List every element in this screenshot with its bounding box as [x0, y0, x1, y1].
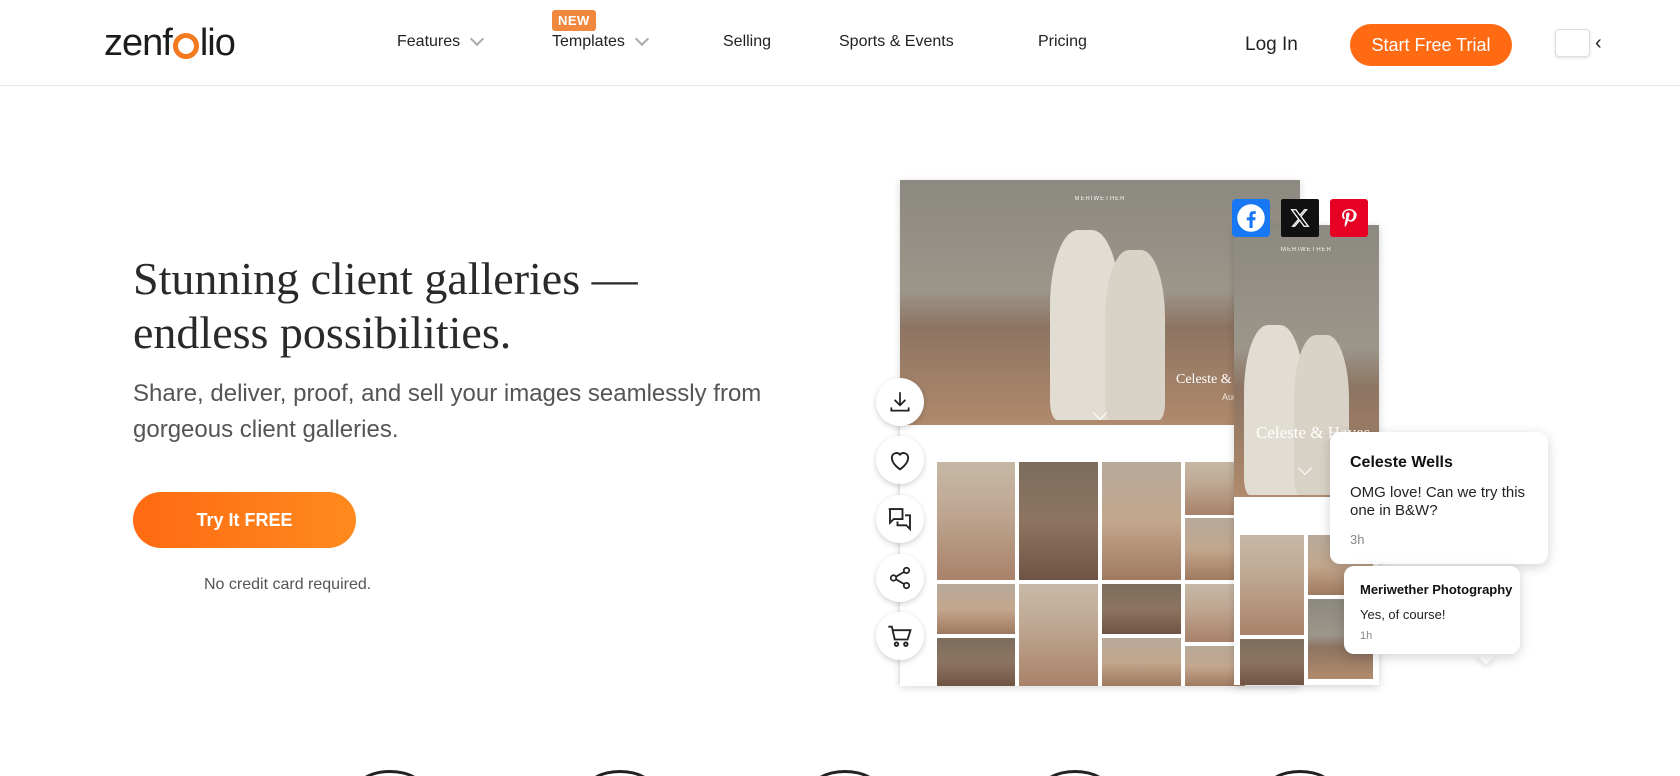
comment-bubble-client: Celeste Wells OMG love! Can we try this …	[1330, 432, 1548, 564]
hero-title: Stunning client galleries — endless poss…	[133, 253, 638, 358]
chevron-left-icon[interactable]: ‹	[1595, 33, 1602, 53]
chevron-down-icon	[470, 31, 485, 47]
gallery-thumbnail[interactable]	[1019, 584, 1098, 686]
download-icon[interactable]	[876, 378, 924, 426]
feature-icon-peek	[810, 770, 880, 776]
nav-sports-events-label: Sports & Events	[839, 33, 954, 50]
comment-message: OMG love! Can we try this one in B&W?	[1350, 484, 1526, 519]
gallery-thumbnail[interactable]	[1102, 584, 1181, 634]
feature-icon-peek	[585, 770, 655, 776]
comment-author: Celeste Wells	[1350, 454, 1453, 471]
share-icon[interactable]	[876, 554, 924, 602]
comment-time: 1h	[1360, 630, 1373, 642]
nav-sports-events[interactable]: Sports & Events	[839, 33, 954, 51]
login-link[interactable]: Log In	[1245, 34, 1298, 56]
cart-icon[interactable]	[876, 612, 924, 660]
facebook-icon[interactable]	[1232, 199, 1270, 237]
gallery-thumbnail[interactable]	[1240, 639, 1304, 685]
nav-pricing-label: Pricing	[1038, 33, 1087, 50]
nav-features[interactable]: Features	[397, 31, 485, 51]
site-header: zenf lio Features NEW Templates Selling S…	[0, 0, 1680, 86]
comment-time: 3h	[1350, 532, 1365, 547]
logo-text-a: zenf	[104, 21, 173, 64]
zenfolio-logo[interactable]: zenf lio	[104, 18, 236, 68]
gallery-thumbnail[interactable]	[1102, 462, 1181, 580]
try-it-free-button[interactable]: Try It FREE	[133, 492, 356, 548]
gallery-thumbnail[interactable]	[1019, 462, 1098, 580]
logo-text-b: lio	[199, 21, 236, 64]
feature-icon-peek	[1265, 770, 1335, 776]
gallery-thumbnail[interactable]	[1240, 535, 1304, 635]
chevron-down-icon	[634, 31, 649, 47]
gallery-thumbnail[interactable]	[937, 584, 1015, 634]
new-badge: NEW	[552, 10, 596, 31]
nav-templates[interactable]: Templates	[552, 31, 649, 51]
feature-icon-peek	[1040, 770, 1110, 776]
nav-selling[interactable]: Selling	[723, 33, 771, 51]
comments-icon[interactable]	[876, 495, 924, 543]
comment-bubble-photographer: Meriwether Photography Yes, of course! 1…	[1344, 566, 1520, 654]
language-selector[interactable]	[1555, 29, 1590, 57]
nav-templates-label: Templates	[552, 33, 625, 50]
logo-o-mark	[172, 33, 199, 59]
hero-subtitle: Share, deliver, proof, and sell your ima…	[133, 380, 762, 443]
comment-author: Meriwether Photography	[1360, 582, 1513, 597]
nav-features-label: Features	[397, 33, 461, 50]
gallery-brand: MERIWETHER	[1281, 247, 1332, 253]
pinterest-icon[interactable]	[1330, 199, 1368, 237]
nav-selling-label: Selling	[723, 33, 772, 50]
comment-message: Yes, of course!	[1360, 607, 1446, 622]
gallery-thumbnail[interactable]	[937, 462, 1015, 580]
start-free-trial-button[interactable]: Start Free Trial	[1350, 24, 1512, 66]
nav-pricing[interactable]: Pricing	[1038, 33, 1087, 51]
feature-icon-peek	[355, 770, 425, 776]
gallery-thumbnail[interactable]	[1102, 638, 1181, 686]
gallery-thumbnail[interactable]	[937, 638, 1015, 686]
astronaut-figure	[1105, 250, 1165, 420]
x-icon[interactable]	[1281, 199, 1319, 237]
heart-icon[interactable]	[876, 436, 924, 484]
no-credit-card-note: No credit card required.	[204, 576, 372, 593]
